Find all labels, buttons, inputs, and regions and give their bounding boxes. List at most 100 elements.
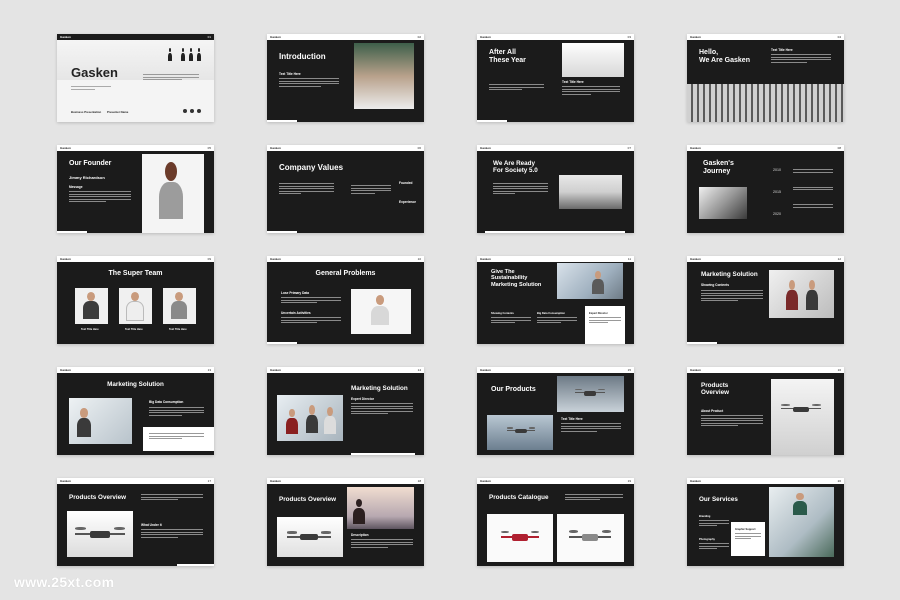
body-text bbox=[281, 297, 341, 305]
slide-products-overview-2[interactable]: Gasken 17 Products Overview What Under It bbox=[57, 478, 214, 566]
body-text bbox=[701, 290, 763, 303]
slide-marketing-2[interactable]: Gasken 13 Marketing Solution Big Data Con… bbox=[57, 367, 214, 455]
slide-brand: Gasken bbox=[480, 479, 491, 483]
city-photo bbox=[559, 175, 622, 209]
slide-topbar: Gasken 19 bbox=[477, 478, 634, 484]
slide-title: Our Founder bbox=[69, 160, 112, 167]
slide-bottombar bbox=[267, 120, 297, 122]
body-text bbox=[735, 533, 761, 541]
slide-sustainability[interactable]: Gasken 11 Give The Sustainability Marketi… bbox=[477, 256, 634, 344]
body-text bbox=[351, 185, 391, 195]
slide-ready[interactable]: Gasken 07 We Are Ready For Society 5.0 bbox=[477, 145, 634, 233]
slide-number: 10 bbox=[417, 257, 421, 261]
slide-marketing-3[interactable]: Gasken 14 Marketing Solution Expert Direc… bbox=[267, 367, 424, 455]
slide-topbar: Gasken 04 bbox=[687, 34, 844, 40]
pilot-sunset-photo bbox=[347, 487, 414, 529]
slide-brand: Gasken bbox=[60, 35, 71, 39]
slide-hello[interactable]: Gasken 04 Hello, We Are Gasken Text Title… bbox=[687, 34, 844, 122]
building-photo bbox=[687, 84, 844, 122]
slide-brand: Gasken bbox=[690, 257, 701, 261]
slide-brand: Gasken bbox=[690, 35, 701, 39]
body-text bbox=[491, 317, 531, 325]
cover-footer-left: Business Presentation bbox=[71, 110, 102, 114]
slide-title: After All These Year bbox=[489, 49, 526, 65]
slide-brand: Gasken bbox=[480, 257, 491, 261]
slide-title: Marketing Solution bbox=[701, 271, 758, 278]
body-text bbox=[699, 520, 729, 528]
slide-topbar: Gasken 15 bbox=[477, 367, 634, 373]
slide-founder[interactable]: Gasken 05 Our Founder Jimmy Richardson Me… bbox=[57, 145, 214, 233]
drone-controller-photo bbox=[771, 379, 834, 455]
building-photo bbox=[699, 187, 747, 219]
slide-title: Marketing Solution bbox=[107, 381, 164, 388]
slide-topbar: Gasken 07 bbox=[477, 145, 634, 151]
body-text bbox=[589, 317, 621, 325]
slide-number: 16 bbox=[837, 368, 841, 372]
slide-number: 02 bbox=[417, 35, 421, 39]
team-member-photo bbox=[119, 288, 152, 324]
slide-products-overview-1[interactable]: Gasken 16 Products Overview About Product bbox=[687, 367, 844, 455]
year-2020: 2020 bbox=[773, 212, 781, 216]
slide-after-all[interactable]: Gasken 03 After All These Year Text Title… bbox=[477, 34, 634, 122]
workspace-photo bbox=[769, 487, 834, 557]
meeting-photo bbox=[277, 395, 343, 441]
team-member-photo bbox=[75, 288, 108, 324]
slide-number: 08 bbox=[837, 146, 841, 150]
slide-general-problems[interactable]: Gasken 10 General Problems Lose Primary D… bbox=[267, 256, 424, 344]
slide-number: 04 bbox=[837, 35, 841, 39]
slide-super-team[interactable]: Gasken 09 The Super Team Text Title Here … bbox=[57, 256, 214, 344]
slide-title: Give The Sustainability Marketing Soluti… bbox=[491, 269, 542, 288]
year-2010: 2010 bbox=[773, 168, 781, 172]
slide-title: General Problems bbox=[315, 270, 376, 277]
slide-topbar: Gasken 16 bbox=[687, 367, 844, 373]
slide-number: 17 bbox=[207, 479, 211, 483]
slide-topbar: Gasken 03 bbox=[477, 34, 634, 40]
slide-number: 19 bbox=[627, 479, 631, 483]
slide-number: 07 bbox=[627, 146, 631, 150]
slide-cover[interactable]: Gasken 01 Gasken Business Presentation P… bbox=[57, 34, 214, 122]
body-text bbox=[771, 54, 831, 64]
slide-brand: Gasken bbox=[270, 146, 281, 150]
slide-company-values[interactable]: Gasken 06 Company Values Founded Experien… bbox=[267, 145, 424, 233]
slide-title: The Super Team bbox=[108, 270, 163, 277]
slide-bottombar bbox=[177, 564, 214, 566]
body-text bbox=[351, 539, 413, 549]
slide-title: Products Overview bbox=[69, 494, 127, 501]
slide-topbar: Gasken 06 bbox=[267, 145, 424, 151]
slide-subtitle: Expert Director bbox=[351, 397, 375, 401]
year-2015: 2015 bbox=[773, 190, 781, 194]
drone-photo bbox=[557, 376, 624, 412]
body-text bbox=[537, 317, 577, 325]
slide-brand: Gasken bbox=[60, 146, 71, 150]
office-photo bbox=[557, 263, 623, 299]
slide-our-products[interactable]: Gasken 15 Our Products Text Title Here bbox=[477, 367, 634, 455]
slide-products-catalogue[interactable]: Gasken 19 Products Catalogue bbox=[477, 478, 634, 566]
slide-number: 09 bbox=[207, 257, 211, 261]
slide-journey[interactable]: Gasken 08 Gasken's Journey 2010 2015 2020 bbox=[687, 145, 844, 233]
cover-title: Gasken bbox=[71, 65, 118, 80]
service-2-title: Graphic Support bbox=[735, 528, 756, 531]
slide-our-services[interactable]: Gasken 20 Our Services Branding Photograp… bbox=[687, 478, 844, 566]
founder-figure bbox=[156, 162, 186, 230]
slide-number: 15 bbox=[627, 368, 631, 372]
slide-brand: Gasken bbox=[270, 35, 281, 39]
slide-grid: Gasken 01 Gasken Business Presentation P… bbox=[57, 34, 844, 566]
slide-number: 18 bbox=[417, 479, 421, 483]
slide-subtitle: Text Title Here bbox=[279, 72, 301, 76]
slide-subtitle: Showing Contents bbox=[701, 283, 729, 287]
slide-introduction[interactable]: Gasken 02 Introduction Text Title Here bbox=[267, 34, 424, 122]
service-1-title: Branding bbox=[699, 515, 711, 518]
col-2-title: Big Data Consumption bbox=[537, 312, 565, 315]
timeline-years: 2010 2015 2020 bbox=[773, 159, 781, 225]
slide-number: 01 bbox=[207, 35, 211, 39]
slide-brand: Gasken bbox=[690, 146, 701, 150]
slide-number: 11 bbox=[627, 257, 631, 261]
slide-subtitle: Description bbox=[351, 533, 369, 537]
slide-brand: Gasken bbox=[60, 368, 71, 372]
slide-marketing-1[interactable]: Gasken 12 Marketing Solution Showing Cont… bbox=[687, 256, 844, 344]
slide-products-overview-3[interactable]: Gasken 18 Products Overview Description bbox=[267, 478, 424, 566]
slide-subtitle: Big Data Consumption bbox=[149, 400, 184, 404]
slide-brand: Gasken bbox=[690, 368, 701, 372]
worker-photo bbox=[351, 289, 411, 334]
person-silhouette bbox=[188, 48, 193, 64]
